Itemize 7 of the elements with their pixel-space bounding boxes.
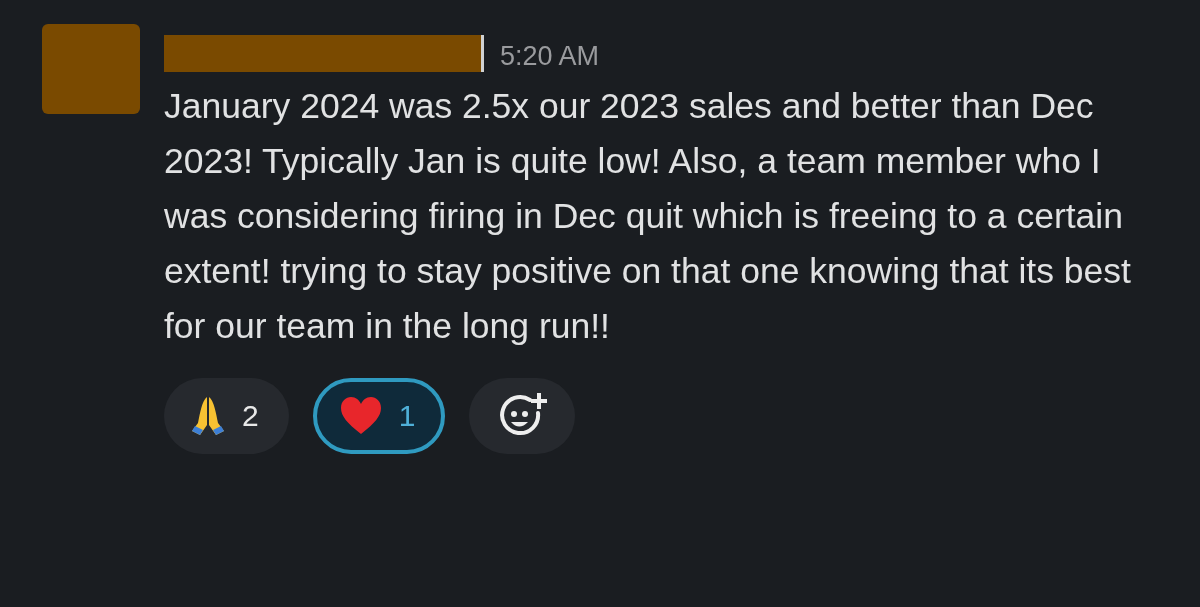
reaction-count: 1 [398,398,416,434]
reaction-button[interactable]: 1 [312,377,446,454]
reaction-count: 2 [242,398,259,434]
heart-icon [338,395,383,436]
timestamp[interactable]: 5:20 AM [500,36,600,77]
reaction-button[interactable]: 2 [164,377,289,454]
message-text: January 2024 was 2.5x our 2023 sales and better than Dec 2023! Typically Jan is quite low! Also, a team member who I was considering firing in Dec quit which is freeing to a certain extent! trying to stay positive on that one knowing that its best for our team in the long run!! [164,84,1132,348]
